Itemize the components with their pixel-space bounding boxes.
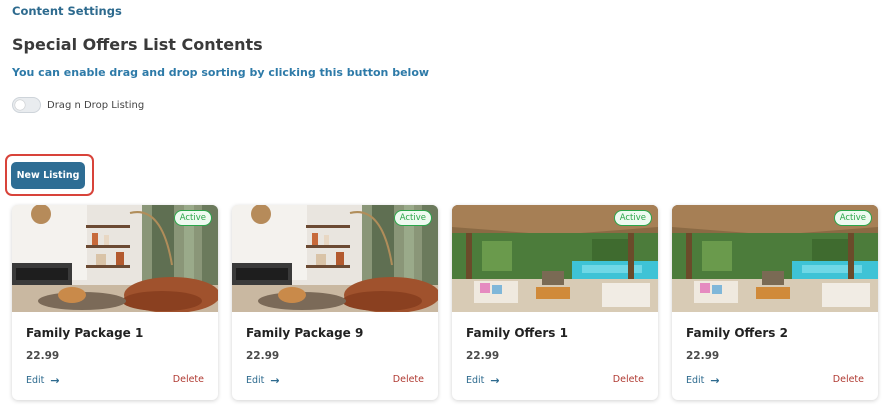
listing-card: Active Family Offers 1 22.99 Edit → Delet… (452, 205, 658, 400)
toggle-knob (15, 100, 25, 110)
drag-drop-toggle-row: Drag n Drop Listing (12, 97, 144, 113)
status-badge: Active (833, 210, 872, 226)
page-title: Special Offers List Contents (12, 35, 263, 54)
edit-label: Edit (466, 375, 485, 386)
listing-price: 22.99 (26, 350, 60, 362)
edit-link[interactable]: Edit → (246, 374, 280, 387)
edit-link[interactable]: Edit → (26, 374, 60, 387)
delete-link[interactable]: Delete (393, 374, 424, 385)
listing-title: Family Offers 1 (466, 326, 568, 340)
listing-title: Family Offers 2 (686, 326, 788, 340)
arrow-right-icon: → (490, 374, 500, 387)
arrow-right-icon: → (710, 374, 720, 387)
listing-price: 22.99 (686, 350, 720, 362)
arrow-right-icon: → (50, 374, 60, 387)
edit-link[interactable]: Edit → (686, 374, 720, 387)
new-listing-button[interactable]: New Listing (11, 162, 85, 189)
drag-drop-toggle-label: Drag n Drop Listing (47, 99, 145, 111)
listing-price: 22.99 (466, 350, 500, 362)
hint-text: You can enable drag and drop sorting by … (12, 66, 430, 79)
edit-label: Edit (246, 375, 265, 386)
listing-card: Active Family Package 1 22.99 Edit → Dele… (12, 205, 218, 400)
status-badge: Active (613, 210, 652, 226)
listing-title: Family Package 9 (246, 326, 364, 340)
delete-link[interactable]: Delete (173, 374, 204, 385)
listing-title: Family Package 1 (26, 326, 144, 340)
listing-card: Active Family Package 9 22.99 Edit → Dele… (232, 205, 438, 400)
status-badge: Active (393, 210, 432, 226)
listing-card: Active Family Offers 2 22.99 Edit → Delet… (672, 205, 878, 400)
breadcrumb: Content Settings (12, 4, 122, 18)
drag-drop-toggle[interactable] (12, 97, 41, 113)
delete-link[interactable]: Delete (613, 374, 644, 385)
status-badge: Active (173, 210, 212, 226)
arrow-right-icon: → (270, 374, 280, 387)
delete-link[interactable]: Delete (833, 374, 864, 385)
edit-label: Edit (686, 375, 705, 386)
edit-label: Edit (26, 375, 45, 386)
listing-price: 22.99 (246, 350, 280, 362)
edit-link[interactable]: Edit → (466, 374, 500, 387)
